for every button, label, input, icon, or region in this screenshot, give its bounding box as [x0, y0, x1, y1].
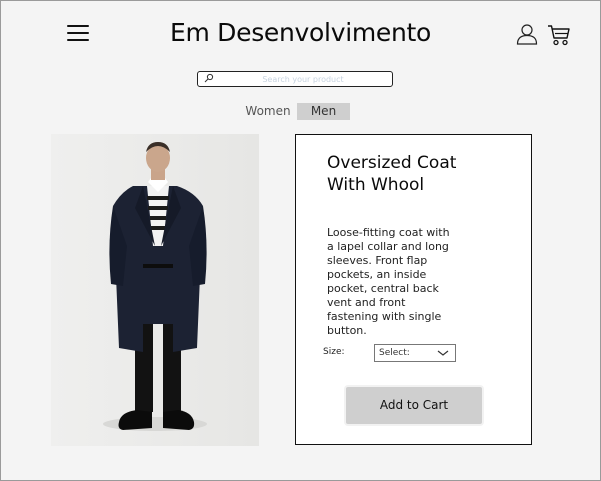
search-icon: [204, 73, 214, 83]
size-label: Size:: [323, 347, 345, 357]
add-to-cart-button[interactable]: Add to Cart: [344, 385, 484, 426]
user-icon[interactable]: [515, 22, 539, 46]
chevron-down-icon: [437, 350, 449, 356]
tab-men[interactable]: Men: [297, 103, 350, 120]
search-input[interactable]: [218, 72, 388, 86]
size-select-value: Select:: [379, 348, 410, 358]
product-image: [51, 134, 259, 446]
product-title: Oversized Coat With Whool: [327, 153, 457, 195]
shopping-cart-icon[interactable]: [547, 24, 571, 46]
product-description: Loose-fitting coat with a lapel collar a…: [327, 226, 450, 337]
product-detail-card: Oversized Coat With Whool Loose-fitting …: [295, 134, 532, 445]
brand-title: Em Desenvolvimento: [169, 18, 432, 47]
search-bar: [197, 71, 393, 87]
app-frame: Em Desenvolvimento Women Men: [0, 0, 601, 481]
size-select[interactable]: Select:: [374, 344, 456, 362]
tab-women[interactable]: Women: [245, 103, 291, 120]
